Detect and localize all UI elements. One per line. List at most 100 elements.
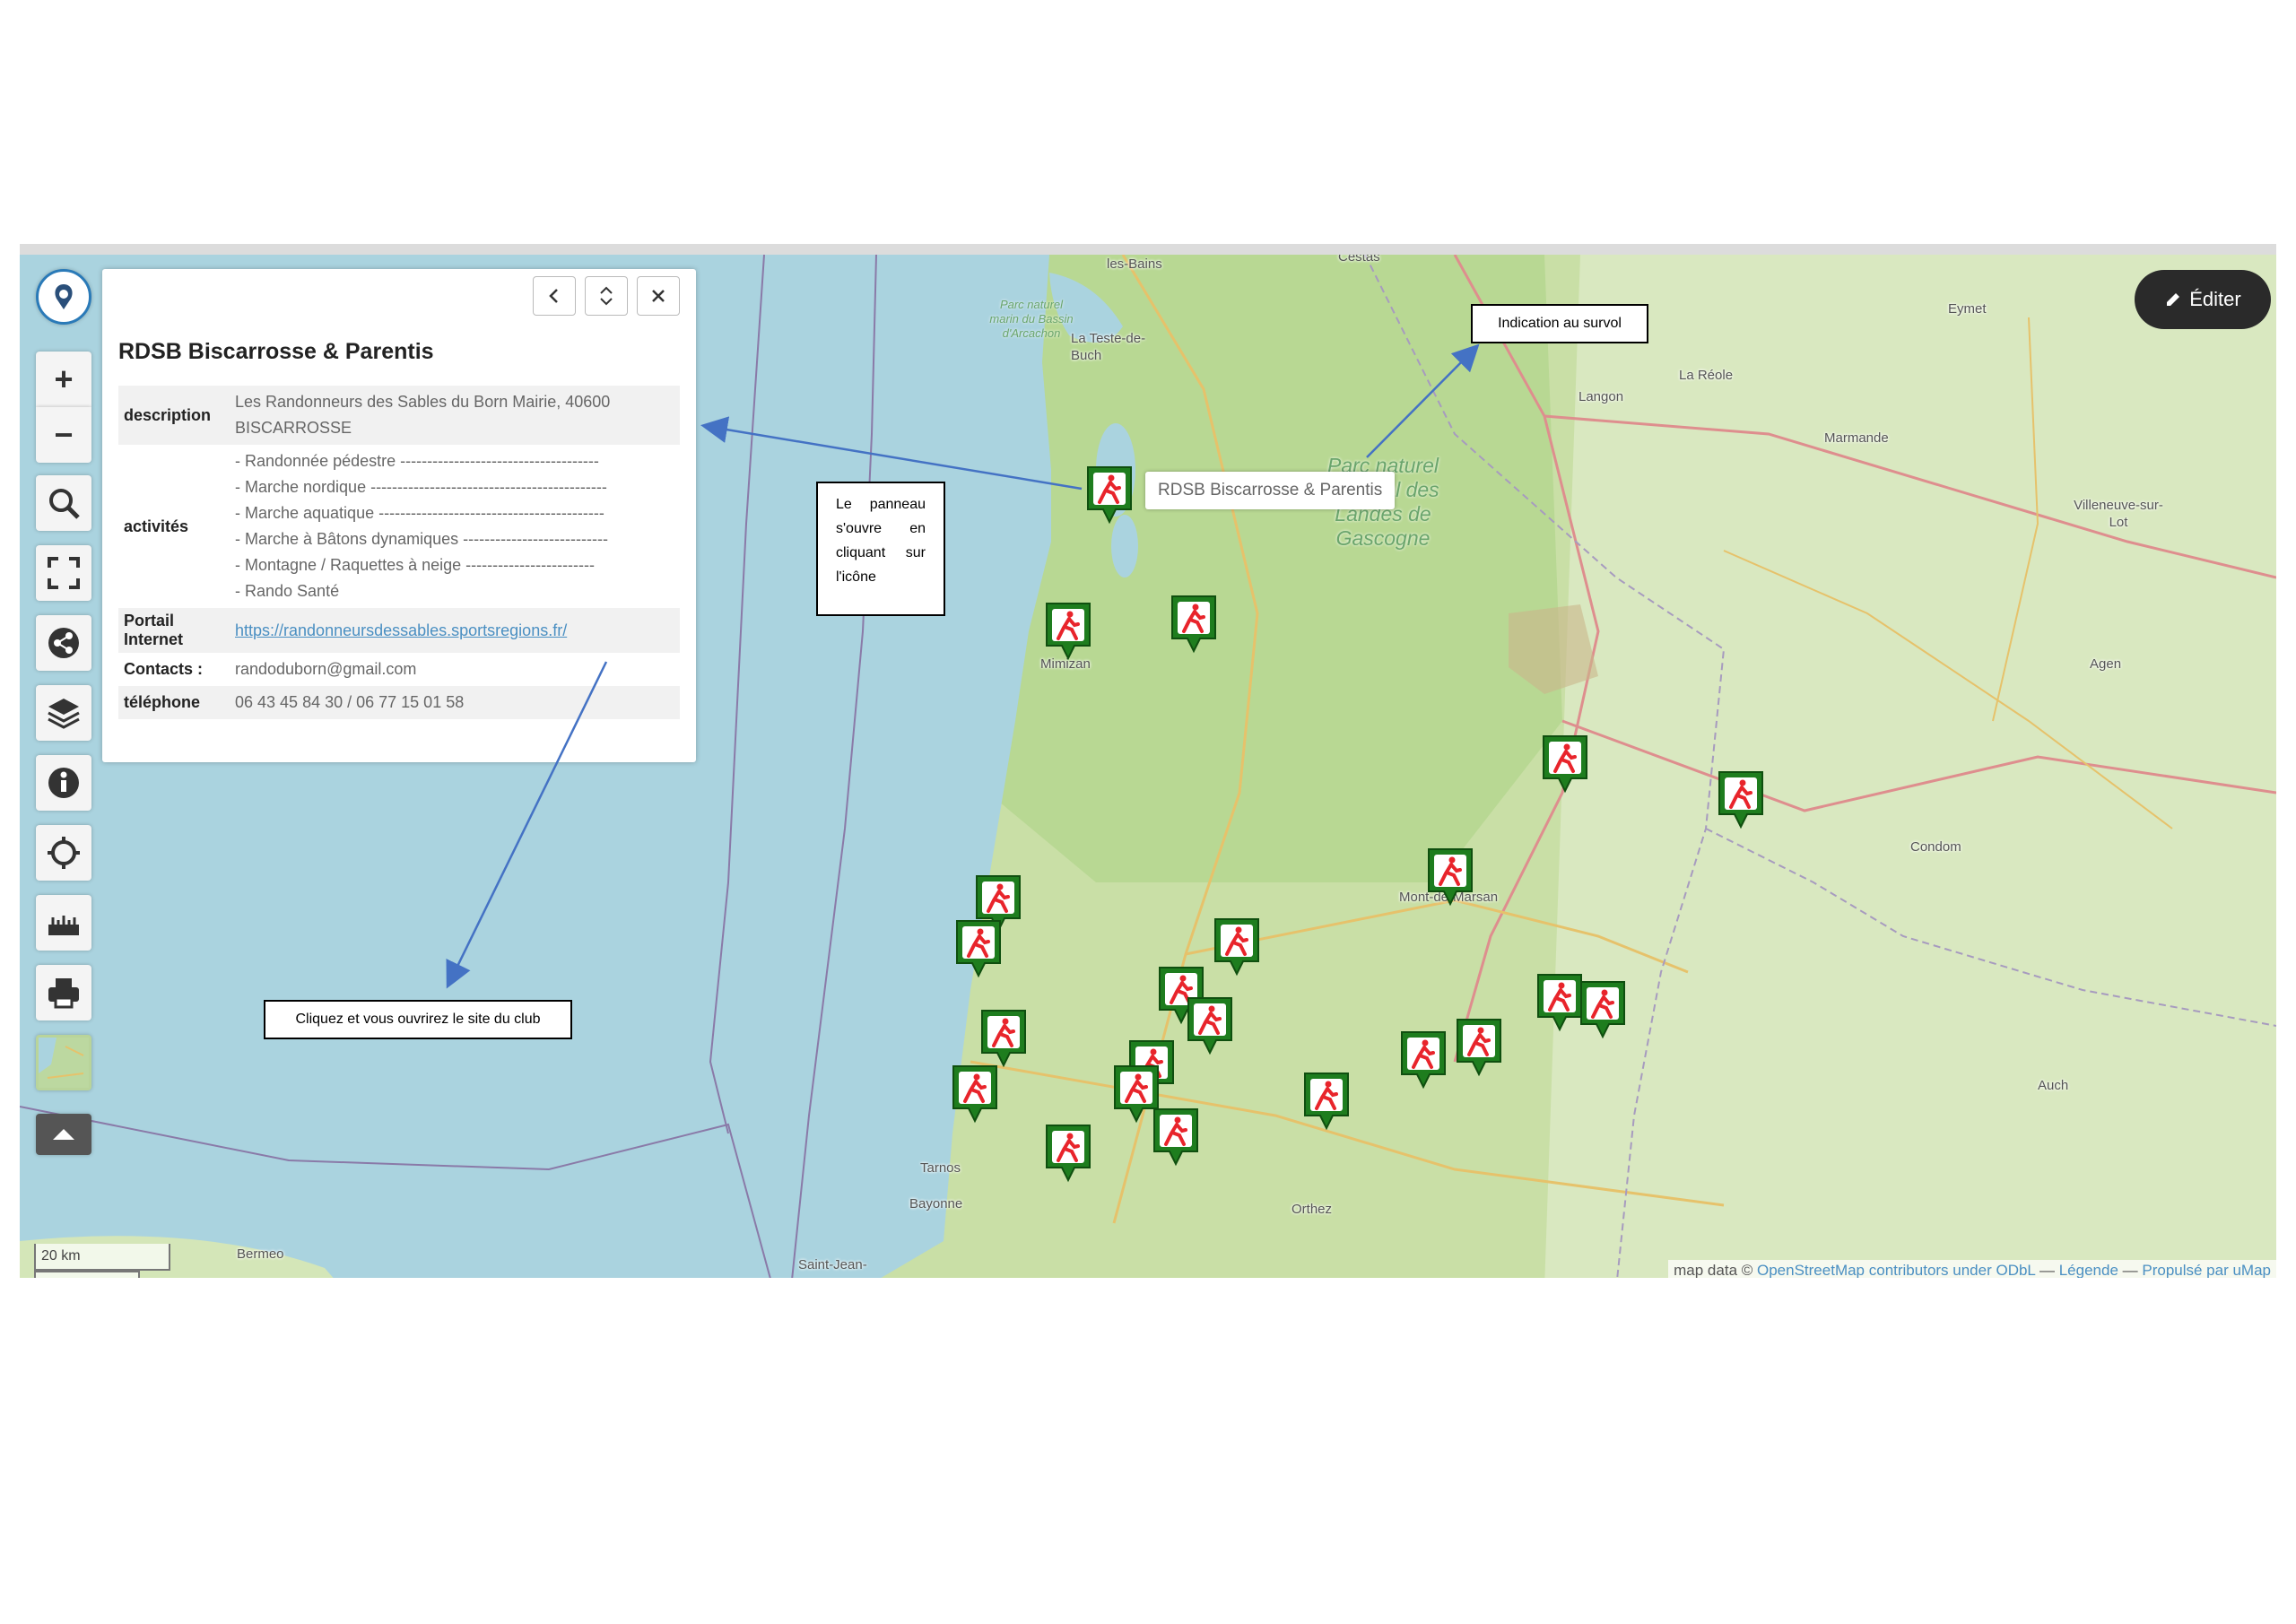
separator: — [2035,1262,2059,1278]
attribution: map data © OpenStreetMap contributors un… [1668,1260,2276,1278]
table-row: Portail Internet https://randonneursdess… [118,608,680,653]
hiking-marker[interactable] [1044,601,1092,662]
share-icon [48,628,79,658]
scale-mi: 10 mi [34,1271,140,1278]
edit-label: Éditer [2189,288,2241,310]
collapse-button[interactable] [36,1114,91,1155]
club-website-link[interactable]: https://randonneursdessables.sportsregio… [235,621,567,639]
hiking-marker[interactable] [1302,1071,1351,1132]
place-label: Condom [1910,839,1961,855]
info-button[interactable] [36,755,91,811]
fullscreen-button[interactable] [36,545,91,601]
property-value: randoduborn@gmail.com [235,660,417,678]
park-label: Parc naturel marin du Bassin d'Arcachon [989,298,1074,340]
annotation-link: Cliquez et vous ouvrirez le site du club [264,1000,572,1039]
search-button[interactable] [36,475,91,531]
measure-button[interactable] [36,895,91,951]
place-label: Langon [1578,389,1624,404]
close-button[interactable] [637,276,680,316]
legend-link[interactable]: Légende [2059,1262,2118,1278]
hiking-marker[interactable] [1186,995,1234,1056]
activity-line: - Marche nordique ----------------------… [235,478,607,496]
expand-button[interactable] [585,276,628,316]
print-button[interactable] [36,965,91,1020]
scale-km: 20 km [34,1244,170,1271]
hiking-marker[interactable] [1085,465,1134,525]
pencil-icon [2167,293,2180,306]
print-icon [48,978,79,1009]
hiker-icon [1046,603,1091,661]
measure-icon [48,916,79,935]
place-label: les-Bains [1107,256,1162,272]
hiker-icon [1428,848,1473,907]
annotation-panel: Le panneau s'ouvre en cliquant sur l'icô… [816,482,945,616]
hiking-marker[interactable] [1152,1107,1200,1168]
hiking-marker[interactable] [1578,979,1627,1040]
minimap-button[interactable] [36,1035,91,1090]
properties-table: description Les Randonneurs des Sables d… [118,386,680,719]
hiker-icon [1580,981,1625,1039]
edit-button[interactable]: Éditer [2135,270,2271,329]
hiker-icon [1153,1108,1198,1167]
activity-line: - Montagne / Raquettes à neige ---------… [235,556,596,574]
property-key: Contacts : [124,660,204,678]
property-key: activités [124,517,189,535]
layers-button[interactable] [36,685,91,741]
hiking-marker[interactable] [1541,734,1589,795]
zoom-in-button[interactable]: + [36,352,91,407]
minimap-icon [39,1038,89,1088]
collapse-icon [53,1129,74,1140]
table-row: téléphone 06 43 45 84 30 / 06 77 15 01 5… [118,686,680,719]
place-label: Cestas [1338,249,1380,265]
property-key: description [118,386,230,445]
hiking-marker[interactable] [1535,972,1584,1033]
property-key: Portail Internet [118,608,230,653]
hiking-marker[interactable] [1213,916,1261,977]
property-value: 06 43 45 84 30 / 06 77 15 01 58 [230,686,680,719]
place-label: Agen [2090,656,2122,672]
place-label: Marmande [1824,430,1889,446]
zoom-out-icon: − [54,416,74,453]
hiking-marker[interactable] [951,1064,999,1125]
hiking-marker[interactable] [979,1008,1028,1069]
hiker-icon [1046,1125,1091,1183]
hiking-marker[interactable] [1044,1123,1092,1184]
hiker-icon [1457,1019,1501,1077]
layers-icon [48,699,80,729]
hiking-marker[interactable] [1426,847,1474,908]
locate-button[interactable] [36,825,91,881]
hiker-icon [1543,735,1587,794]
annotation-hover: Indication au survol [1471,304,1648,343]
zoom-in-icon: + [54,360,74,397]
hiker-icon [1304,1073,1349,1131]
hiking-marker[interactable] [1717,769,1765,830]
activity-line: - Marche aquatique ---------------------… [235,504,604,522]
info-panel: RDSB Biscarrosse & Parentis description … [102,269,696,762]
hiking-marker[interactable] [1399,1029,1448,1090]
place-label: Orthez [1292,1202,1333,1217]
property-value: Les Randonneurs des Sables du Born Mairi… [230,386,680,445]
osm-link[interactable]: OpenStreetMap contributors under ODbL [1757,1262,2035,1278]
place-label: La Réole [1679,368,1734,383]
panel-title: RDSB Biscarrosse & Parentis [118,339,434,364]
hiker-icon [1401,1031,1446,1090]
info-icon [48,768,79,798]
map-view[interactable]: les-Bains Cestas La Teste-de-Buch Langon… [20,244,2276,1278]
table-row: Contacts : randoduborn@gmail.com [118,653,680,686]
place-label: Villeneuve-sur-Lot [2074,498,2163,530]
umap-link[interactable]: Propulsé par uMap [2142,1262,2271,1278]
hiking-marker[interactable] [1455,1017,1503,1078]
place-label: Saint-Jean- [798,1257,867,1272]
logo-icon[interactable] [36,269,91,325]
hiking-marker[interactable] [1170,594,1218,655]
hiker-icon [1087,466,1132,525]
zoom-out-button[interactable]: − [36,407,91,463]
share-button[interactable] [36,615,91,671]
hiking-marker[interactable] [954,918,1003,979]
previous-button[interactable] [533,276,576,316]
hiker-icon [1171,595,1216,654]
place-label: Tarnos [920,1160,961,1176]
table-row: description Les Randonneurs des Sables d… [118,386,680,445]
place-label: Auch [2038,1078,2069,1093]
hover-tooltip: RDSB Biscarrosse & Parentis [1145,472,1396,509]
